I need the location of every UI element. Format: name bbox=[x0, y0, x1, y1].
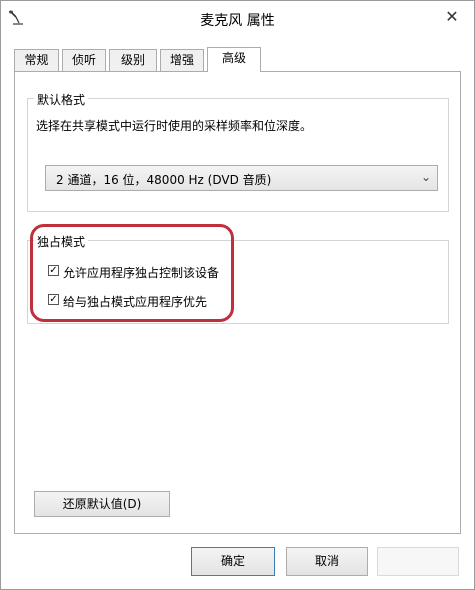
tab-listen[interactable]: 侦听 bbox=[62, 49, 106, 71]
tab-advanced[interactable]: 高级 bbox=[207, 47, 261, 72]
restore-defaults-button[interactable]: 还原默认值(D) bbox=[34, 491, 170, 517]
close-button[interactable]: ✕ bbox=[440, 6, 464, 28]
default-format-description: 选择在共享模式中运行时使用的采样频率和位深度。 bbox=[36, 119, 313, 133]
tab-enhancements[interactable]: 增强 bbox=[160, 49, 204, 71]
chevron-down-icon: ⌄ bbox=[420, 170, 431, 184]
ok-button[interactable]: 确定 bbox=[191, 547, 275, 576]
exclusive-control-checkbox[interactable]: ✓ bbox=[48, 265, 59, 276]
exclusive-mode-group: 独占模式 bbox=[27, 233, 449, 324]
apply-button[interactable] bbox=[377, 547, 459, 576]
window-title: 麦克风 属性 bbox=[200, 13, 275, 29]
exclusive-mode-legend: 独占模式 bbox=[34, 233, 89, 250]
cancel-button[interactable]: 取消 bbox=[286, 547, 368, 576]
exclusive-priority-checkbox[interactable]: ✓ bbox=[48, 294, 59, 305]
title-bar: 麦克风 属性 ✕ bbox=[1, 1, 474, 35]
default-format-value: 2 通道，16 位，48000 Hz (DVD 音质) bbox=[56, 173, 272, 187]
tab-general[interactable]: 常规 bbox=[14, 49, 59, 71]
tab-levels[interactable]: 级别 bbox=[109, 49, 157, 71]
default-format-dropdown[interactable]: 2 通道，16 位，48000 Hz (DVD 音质) ⌄ bbox=[45, 165, 438, 191]
default-format-legend: 默认格式 bbox=[34, 91, 89, 108]
properties-dialog: 麦克风 属性 ✕ 常规 侦听 级别 增强 高级 默认格式 选择在共享模式中运行时… bbox=[0, 0, 475, 590]
default-format-group: 默认格式 选择在共享模式中运行时使用的采样频率和位深度。 bbox=[27, 91, 449, 212]
exclusive-priority-label: 给与独占模式应用程序优先 bbox=[63, 295, 208, 309]
exclusive-control-label: 允许应用程序独占控制该设备 bbox=[63, 266, 220, 280]
